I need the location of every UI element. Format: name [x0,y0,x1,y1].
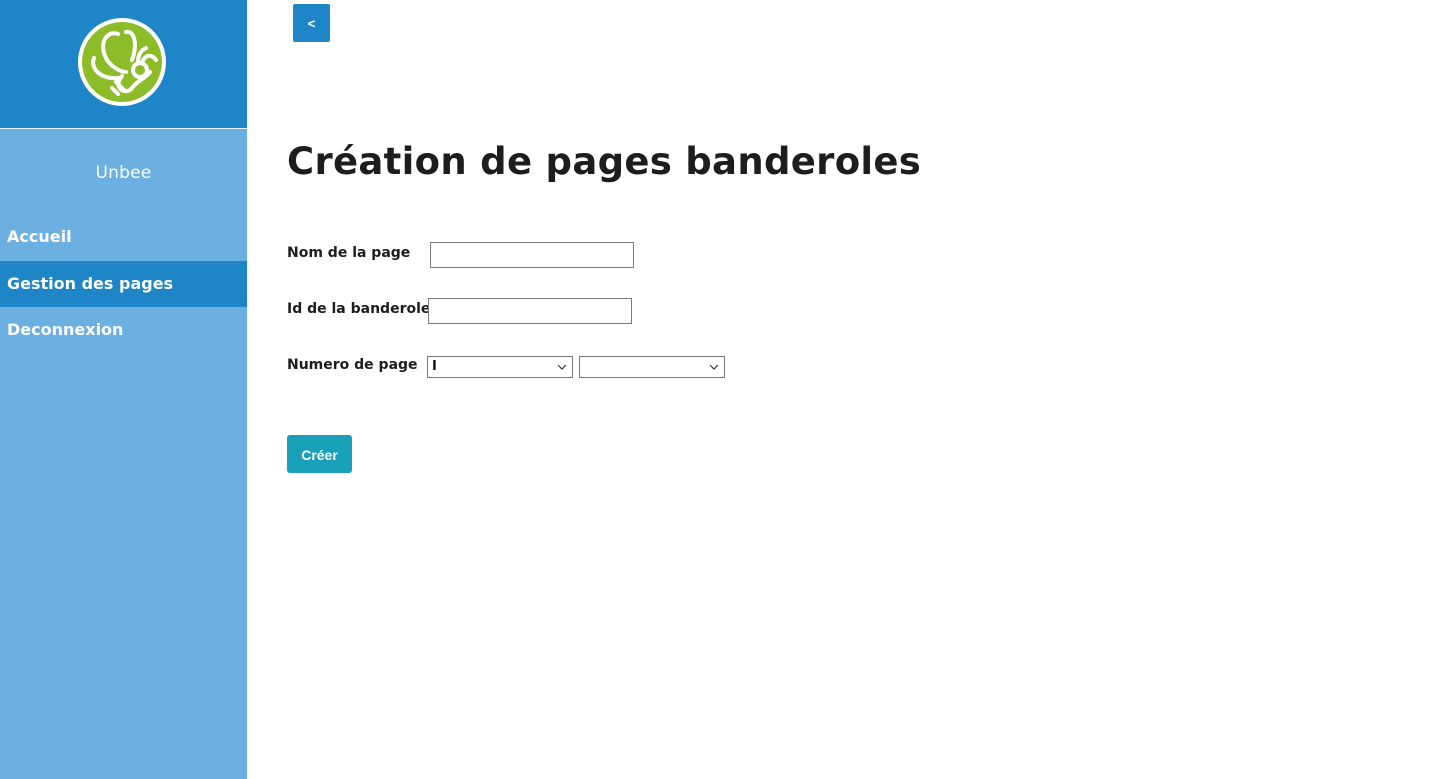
sidebar-item-label: Accueil [7,227,72,246]
sidebar-header [0,0,247,129]
chevron-down-icon [557,364,567,370]
banner-id-input[interactable] [428,298,632,324]
brand-name: Unbee [95,163,152,183]
page-number-label: Numero de page [287,357,418,373]
chevron-down-icon [709,364,719,370]
create-button[interactable]: Créer [287,435,352,473]
page-number-select-primary[interactable]: I [427,356,573,378]
sidebar-item-label: Deconnexion [7,320,124,339]
sidebar-item-label: Gestion des pages [7,274,174,293]
sidebar: Unbee Accueil Gestion des pages Deconnex… [0,0,247,779]
bee-logo-icon [78,18,166,106]
select-value: I [432,359,437,374]
banner-id-label: Id de la banderole [287,301,431,317]
page-number-select-secondary[interactable] [579,356,725,378]
page-name-input[interactable] [430,242,634,268]
sidebar-item-gestion-des-pages[interactable]: Gestion des pages [0,261,247,307]
sidebar-item-deconnexion[interactable]: Deconnexion [0,307,247,353]
back-button[interactable]: < [293,4,330,42]
page-name-label: Nom de la page [287,245,411,261]
page-title: Création de pages banderoles [287,140,922,183]
sidebar-item-accueil[interactable]: Accueil [0,214,247,260]
